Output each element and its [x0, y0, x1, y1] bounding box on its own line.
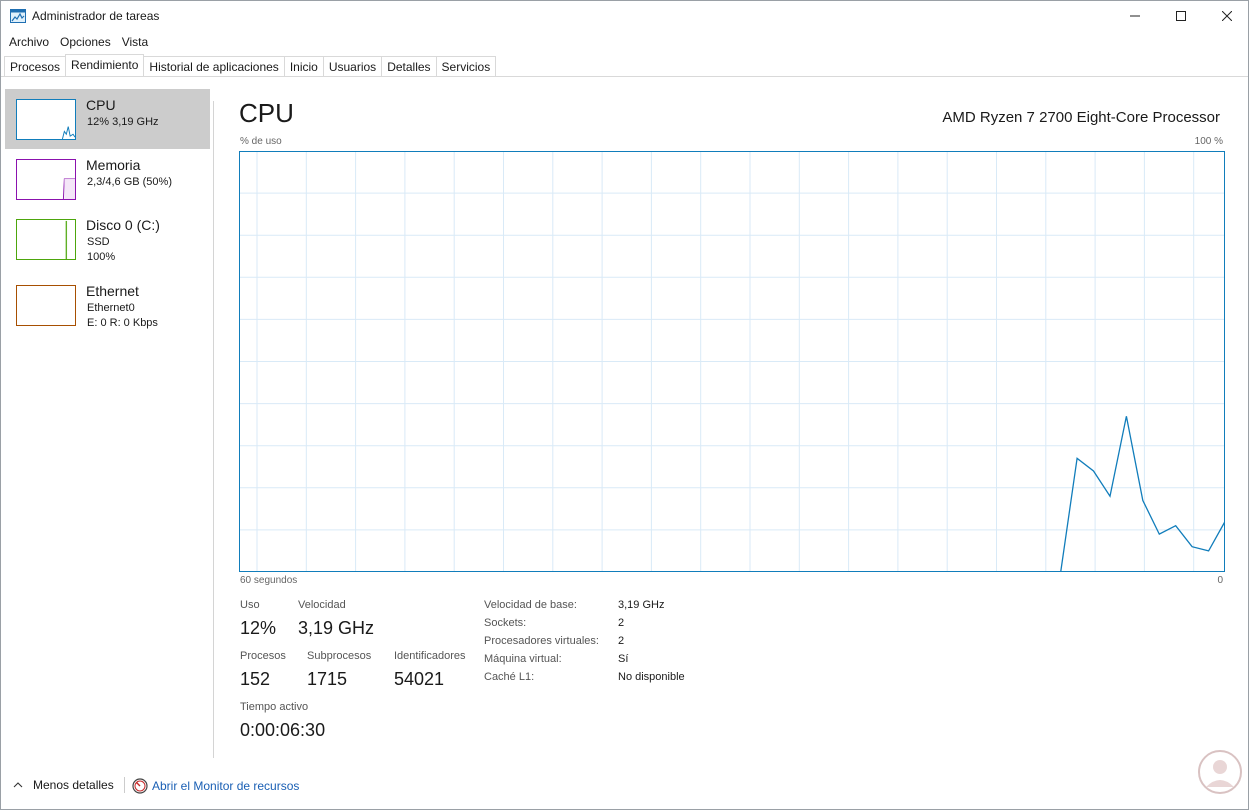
info-label: Procesadores virtuales:	[484, 635, 599, 647]
sidebar-item-detail: Ethernet0	[87, 302, 135, 314]
disk-thumbnail	[16, 219, 76, 260]
info-label: Caché L1:	[484, 671, 535, 683]
chevron-up-icon	[13, 782, 23, 788]
task-manager-icon	[10, 9, 26, 23]
tab-inicio[interactable]: Inicio	[283, 56, 324, 76]
procesos-value: 152	[240, 669, 271, 689]
tab-servicios[interactable]: Servicios	[435, 56, 497, 76]
info-value: Sí	[618, 653, 629, 665]
subprocesos-value: 1715	[307, 669, 348, 689]
processor-name: AMD Ryzen 7 2700 Eight-Core Processor	[942, 109, 1220, 126]
sidebar-item-title: Disco 0 (C:)	[86, 217, 160, 233]
axis-label-zero: 0	[1217, 575, 1223, 586]
velocidad-label: Velocidad	[298, 599, 346, 611]
cpu-thumbnail	[16, 99, 76, 140]
footer-separator	[124, 777, 125, 793]
sidebar-item-detail: 12% 3,19 GHz	[87, 116, 159, 128]
tab-rendimiento[interactable]: Rendimiento	[65, 54, 145, 76]
close-button[interactable]	[1204, 1, 1249, 31]
menu-opciones[interactable]: Opciones	[52, 33, 111, 53]
subprocesos-label: Subprocesos	[307, 650, 372, 662]
procesos-label: Procesos	[240, 650, 286, 662]
page-title: CPU	[239, 98, 294, 128]
watermark-logo	[1198, 750, 1242, 794]
sidebar-item-detail: SSD	[87, 236, 110, 248]
title-bar: Administrador de tareas	[1, 1, 1248, 31]
tab-historial[interactable]: Historial de aplicaciones	[143, 56, 285, 76]
info-label: Máquina virtual:	[484, 653, 562, 665]
sidebar-item-detail: E: 0 R: 0 Kbps	[87, 317, 158, 329]
menu-archivo[interactable]: Archivo	[1, 33, 49, 53]
minimize-button[interactable]	[1112, 1, 1158, 31]
resource-monitor-label: Abrir el Monitor de recursos	[152, 779, 300, 793]
sidebar-item-memoria[interactable]: Memoria 2,3/4,6 GB (50%)	[5, 149, 210, 209]
sidebar-item-title: Memoria	[86, 157, 141, 173]
menu-vista[interactable]: Vista	[114, 33, 148, 53]
uso-label: Uso	[240, 599, 260, 611]
identificadores-label: Identificadores	[394, 650, 466, 662]
tiempo-activo-label: Tiempo activo	[240, 701, 309, 713]
task-manager-window: Administrador de tareas Archivo Opciones…	[0, 0, 1249, 810]
info-label: Sockets:	[484, 617, 527, 629]
axis-label-y: % de uso	[240, 136, 282, 147]
sidebar-item-detail: 100%	[87, 251, 116, 263]
sidebar-item-cpu[interactable]: CPU 12% 3,19 GHz	[5, 89, 210, 149]
minimize-icon	[1130, 15, 1140, 17]
info-value: 2	[618, 617, 625, 629]
performance-sidebar: CPU 12% 3,19 GHz Memoria 2,3/4,6 GB (50%…	[1, 77, 214, 757]
sidebar-item-disco[interactable]: Disco 0 (C:) SSD 100%	[5, 209, 210, 269]
memory-thumbnail	[16, 159, 76, 200]
fewer-details-label: Menos detalles	[33, 778, 114, 792]
info-label: Velocidad de base:	[484, 599, 577, 611]
resource-monitor-icon	[132, 778, 148, 794]
tab-detalles[interactable]: Detalles	[381, 56, 437, 76]
info-value: No disponible	[618, 671, 685, 683]
tiempo-activo-value: 0:00:06:30	[240, 720, 326, 740]
sidebar-item-ethernet[interactable]: Ethernet Ethernet0 E: 0 R: 0 Kbps	[5, 275, 210, 335]
tab-usuarios[interactable]: Usuarios	[322, 56, 383, 76]
axis-label-time: 60 segundos	[240, 575, 298, 586]
sidebar-divider	[213, 101, 214, 758]
menu-bar: Archivo Opciones Vista	[1, 33, 151, 53]
maximize-button[interactable]	[1158, 1, 1204, 31]
sidebar-item-detail: 2,3/4,6 GB (50%)	[87, 176, 172, 188]
axis-label-max: 100 %	[1194, 136, 1223, 147]
info-value: 3,19 GHz	[618, 599, 665, 611]
velocidad-value: 3,19 GHz	[298, 618, 375, 638]
uso-value: 12%	[240, 618, 277, 638]
window-title: Administrador de tareas	[32, 9, 160, 23]
close-icon	[1222, 11, 1232, 21]
info-value: 2	[618, 635, 625, 647]
sidebar-item-title: Ethernet	[86, 283, 139, 299]
identificadores-value: 54021	[394, 669, 445, 689]
fewer-details-button[interactable]: Menos detalles	[13, 778, 114, 792]
resource-monitor-link[interactable]: Abrir el Monitor de recursos	[132, 778, 299, 794]
maximize-icon	[1176, 11, 1186, 21]
cpu-usage-graph	[239, 151, 1225, 572]
ethernet-thumbnail	[16, 285, 76, 326]
tab-procesos[interactable]: Procesos	[4, 56, 67, 76]
tab-bar: Procesos Rendimiento Historial de aplica…	[4, 54, 497, 77]
sidebar-item-title: CPU	[86, 97, 116, 113]
